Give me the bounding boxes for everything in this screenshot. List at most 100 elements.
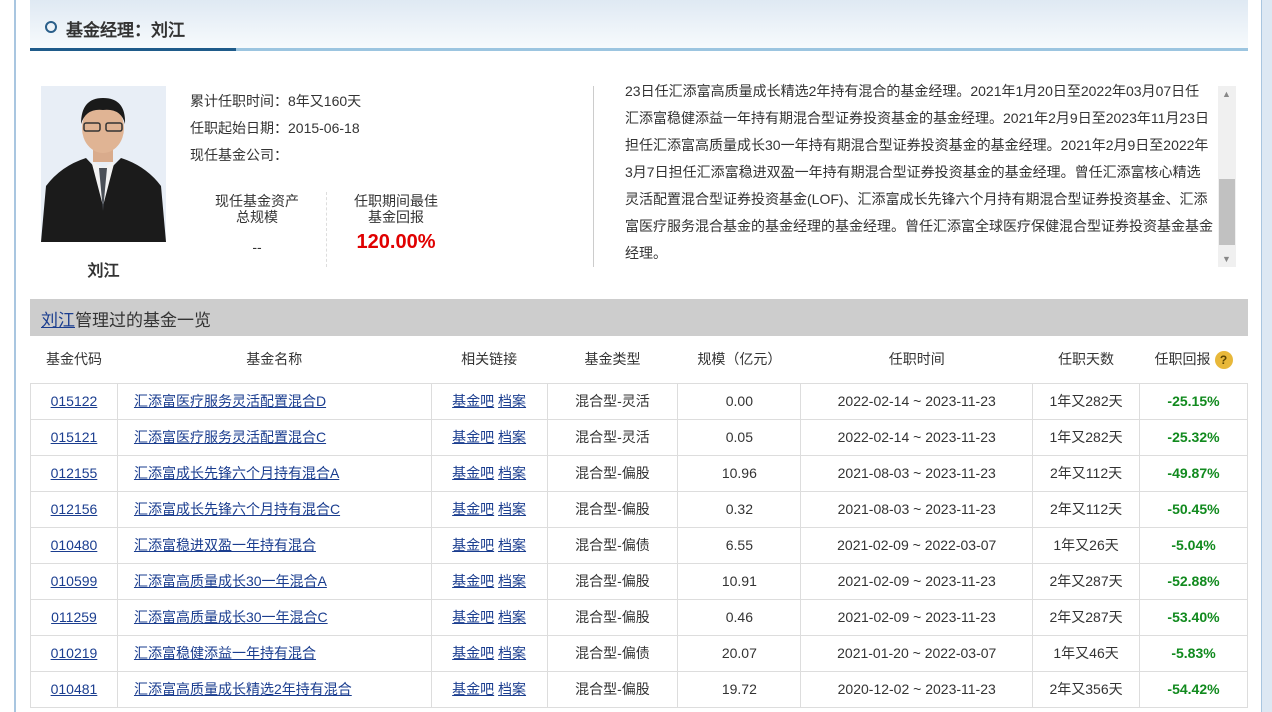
tenure-return: -50.45% <box>1139 490 1248 528</box>
col-period: 任职时间 <box>888 351 945 368</box>
fund-name-cell: 汇添富高质量成长精选2年持有混合 <box>116 670 432 708</box>
fund-bar-link[interactable]: 基金吧 <box>452 393 494 409</box>
archive-link[interactable]: 档案 <box>498 645 526 661</box>
fund-name-link[interactable]: 汇添富高质量成长精选2年持有混合 <box>134 681 352 697</box>
fund-code-link[interactable]: 012156 <box>51 501 98 517</box>
fund-name-link[interactable]: 汇添富医疗服务灵活配置混合D <box>134 393 326 409</box>
fund-code-link[interactable]: 012155 <box>51 465 98 481</box>
scroll-thumb[interactable] <box>1219 179 1235 245</box>
fund-code-cell: 010480 <box>30 526 118 564</box>
archive-link[interactable]: 档案 <box>498 501 526 517</box>
archive-link[interactable]: 档案 <box>498 537 526 553</box>
archive-link[interactable]: 档案 <box>498 429 526 445</box>
fund-name-cell: 汇添富成长先锋六个月持有混合A <box>116 454 432 492</box>
fund-bar-link[interactable]: 基金吧 <box>452 429 494 445</box>
fund-name-cell: 汇添富医疗服务灵活配置混合D <box>116 382 432 420</box>
section-header: 基金经理：刘江 <box>30 0 1248 50</box>
fund-size: 10.91 <box>677 562 802 600</box>
fund-type: 混合型-偏股 <box>546 670 679 708</box>
col-links: 相关链接 <box>461 351 518 368</box>
tenure-return: -52.88% <box>1139 562 1248 600</box>
company-label: 现任基金公司： <box>190 147 288 163</box>
fund-code-link[interactable]: 010480 <box>51 537 98 553</box>
fund-name-link[interactable]: 汇添富成长先锋六个月持有混合A <box>134 465 339 481</box>
fund-size: 0.46 <box>677 598 802 636</box>
fund-size: 20.07 <box>677 634 802 672</box>
total-assets-stat: 现任基金资产 总规模 -- <box>200 193 314 255</box>
best-return-value: 120.00% <box>356 231 436 253</box>
links-cell: 基金吧 档案 <box>430 490 548 528</box>
archive-link[interactable]: 档案 <box>498 681 526 697</box>
tenure-days: 1年又282天 <box>1032 382 1141 420</box>
tenure-days: 1年又26天 <box>1032 526 1141 564</box>
fund-type: 混合型-偏股 <box>546 454 679 492</box>
fund-name-cell: 汇添富高质量成长30一年混合C <box>116 598 432 636</box>
manager-bio: 23日任汇添富高质量成长精选2年持有混合的基金经理。2021年1月20日至202… <box>625 83 1213 261</box>
stat-divider <box>326 192 327 267</box>
fund-bar-link[interactable]: 基金吧 <box>452 681 494 697</box>
fund-bar-link[interactable]: 基金吧 <box>452 645 494 661</box>
fund-name-link[interactable]: 汇添富高质量成长30一年混合C <box>134 609 328 625</box>
tenure-period: 2020-12-02 ~ 2023-11-23 <box>800 670 1034 708</box>
tenure-days: 2年又356天 <box>1032 670 1141 708</box>
fund-code-link[interactable]: 015121 <box>51 429 98 445</box>
fund-code-link[interactable]: 010481 <box>51 681 98 697</box>
fund-code-link[interactable]: 010599 <box>51 573 98 589</box>
tenure-period: 2021-02-09 ~ 2023-11-23 <box>800 598 1034 636</box>
table-row: 015121 汇添富医疗服务灵活配置混合C 基金吧 档案 混合型-灵活 0.05 2022… <box>30 418 1248 456</box>
tenure-days: 2年又112天 <box>1032 454 1141 492</box>
col-days: 任职天数 <box>1058 351 1115 368</box>
table-row: 012156 汇添富成长先锋六个月持有混合C 基金吧 档案 混合型-偏股 0.32 202… <box>30 490 1248 528</box>
fund-code-link[interactable]: 011259 <box>51 609 97 625</box>
col-type: 基金类型 <box>584 351 641 368</box>
tenure-period: 2021-08-03 ~ 2023-11-23 <box>800 454 1034 492</box>
start-label: 任职起始日期： <box>190 120 288 136</box>
archive-link[interactable]: 档案 <box>498 573 526 589</box>
left-border <box>14 0 16 712</box>
manager-photo <box>41 86 166 242</box>
archive-link[interactable]: 档案 <box>498 609 526 625</box>
fund-type: 混合型-灵活 <box>546 382 679 420</box>
question-icon[interactable]: ? <box>1214 351 1233 370</box>
manager-link[interactable]: 刘江 <box>41 311 75 330</box>
bio-scrollbar[interactable]: ▲ ▼ <box>1218 86 1236 267</box>
fund-type: 混合型-偏债 <box>546 526 679 564</box>
archive-link[interactable]: 档案 <box>498 465 526 481</box>
fund-bar-link[interactable]: 基金吧 <box>452 573 494 589</box>
fund-name-link[interactable]: 汇添富高质量成长30一年混合A <box>134 573 327 589</box>
links-cell: 基金吧 档案 <box>430 526 548 564</box>
links-cell: 基金吧 档案 <box>430 562 548 600</box>
fund-code-cell: 010599 <box>30 562 118 600</box>
fund-bar-link[interactable]: 基金吧 <box>452 465 494 481</box>
tenure-return: -53.40% <box>1139 598 1248 636</box>
manager-name: 刘江 <box>87 263 120 280</box>
archive-link[interactable]: 档案 <box>498 393 526 409</box>
fund-name-cell: 汇添富成长先锋六个月持有混合C <box>116 490 432 528</box>
fund-name-link[interactable]: 汇添富稳健添益一年持有混合 <box>134 645 316 661</box>
header-underline <box>30 48 1248 51</box>
page-scrollbar[interactable] <box>1261 0 1272 712</box>
tenure-period: 2021-08-03 ~ 2023-11-23 <box>800 490 1034 528</box>
fund-name-link[interactable]: 汇添富医疗服务灵活配置混合C <box>134 429 326 445</box>
fund-bar-link[interactable]: 基金吧 <box>452 501 494 517</box>
fund-code-link[interactable]: 015122 <box>51 393 98 409</box>
table-row: 010219 汇添富稳健添益一年持有混合 基金吧 档案 混合型-偏债 20.07 2021… <box>30 634 1248 672</box>
fund-type: 混合型-偏债 <box>546 634 679 672</box>
fund-table: 基金代码 基金名称 相关链接 基金类型 规模（亿元） 任职时间 任职天数 任职回… <box>30 336 1248 708</box>
tenure-return: -25.15% <box>1139 382 1248 420</box>
fund-bar-link[interactable]: 基金吧 <box>452 609 494 625</box>
fund-bar-link[interactable]: 基金吧 <box>452 537 494 553</box>
fund-size: 0.00 <box>677 382 802 420</box>
tenure-days: 2年又287天 <box>1032 598 1141 636</box>
fund-name-link[interactable]: 汇添富成长先锋六个月持有混合C <box>134 501 340 517</box>
tenure-period: 2022-02-14 ~ 2023-11-23 <box>800 382 1034 420</box>
scroll-down-icon[interactable]: ▼ <box>1222 254 1231 264</box>
tenure-return: -49.87% <box>1139 454 1248 492</box>
tenure-days: 2年又112天 <box>1032 490 1141 528</box>
fund-code-link[interactable]: 010219 <box>51 645 98 661</box>
tenure-days: 2年又287天 <box>1032 562 1141 600</box>
tenure-value: 8年又160天 <box>288 93 362 109</box>
fund-name-link[interactable]: 汇添富稳进双盈一年持有混合 <box>134 537 316 553</box>
start-row: 任职起始日期：2015-06-18 <box>190 118 360 138</box>
scroll-up-icon[interactable]: ▲ <box>1222 89 1231 99</box>
